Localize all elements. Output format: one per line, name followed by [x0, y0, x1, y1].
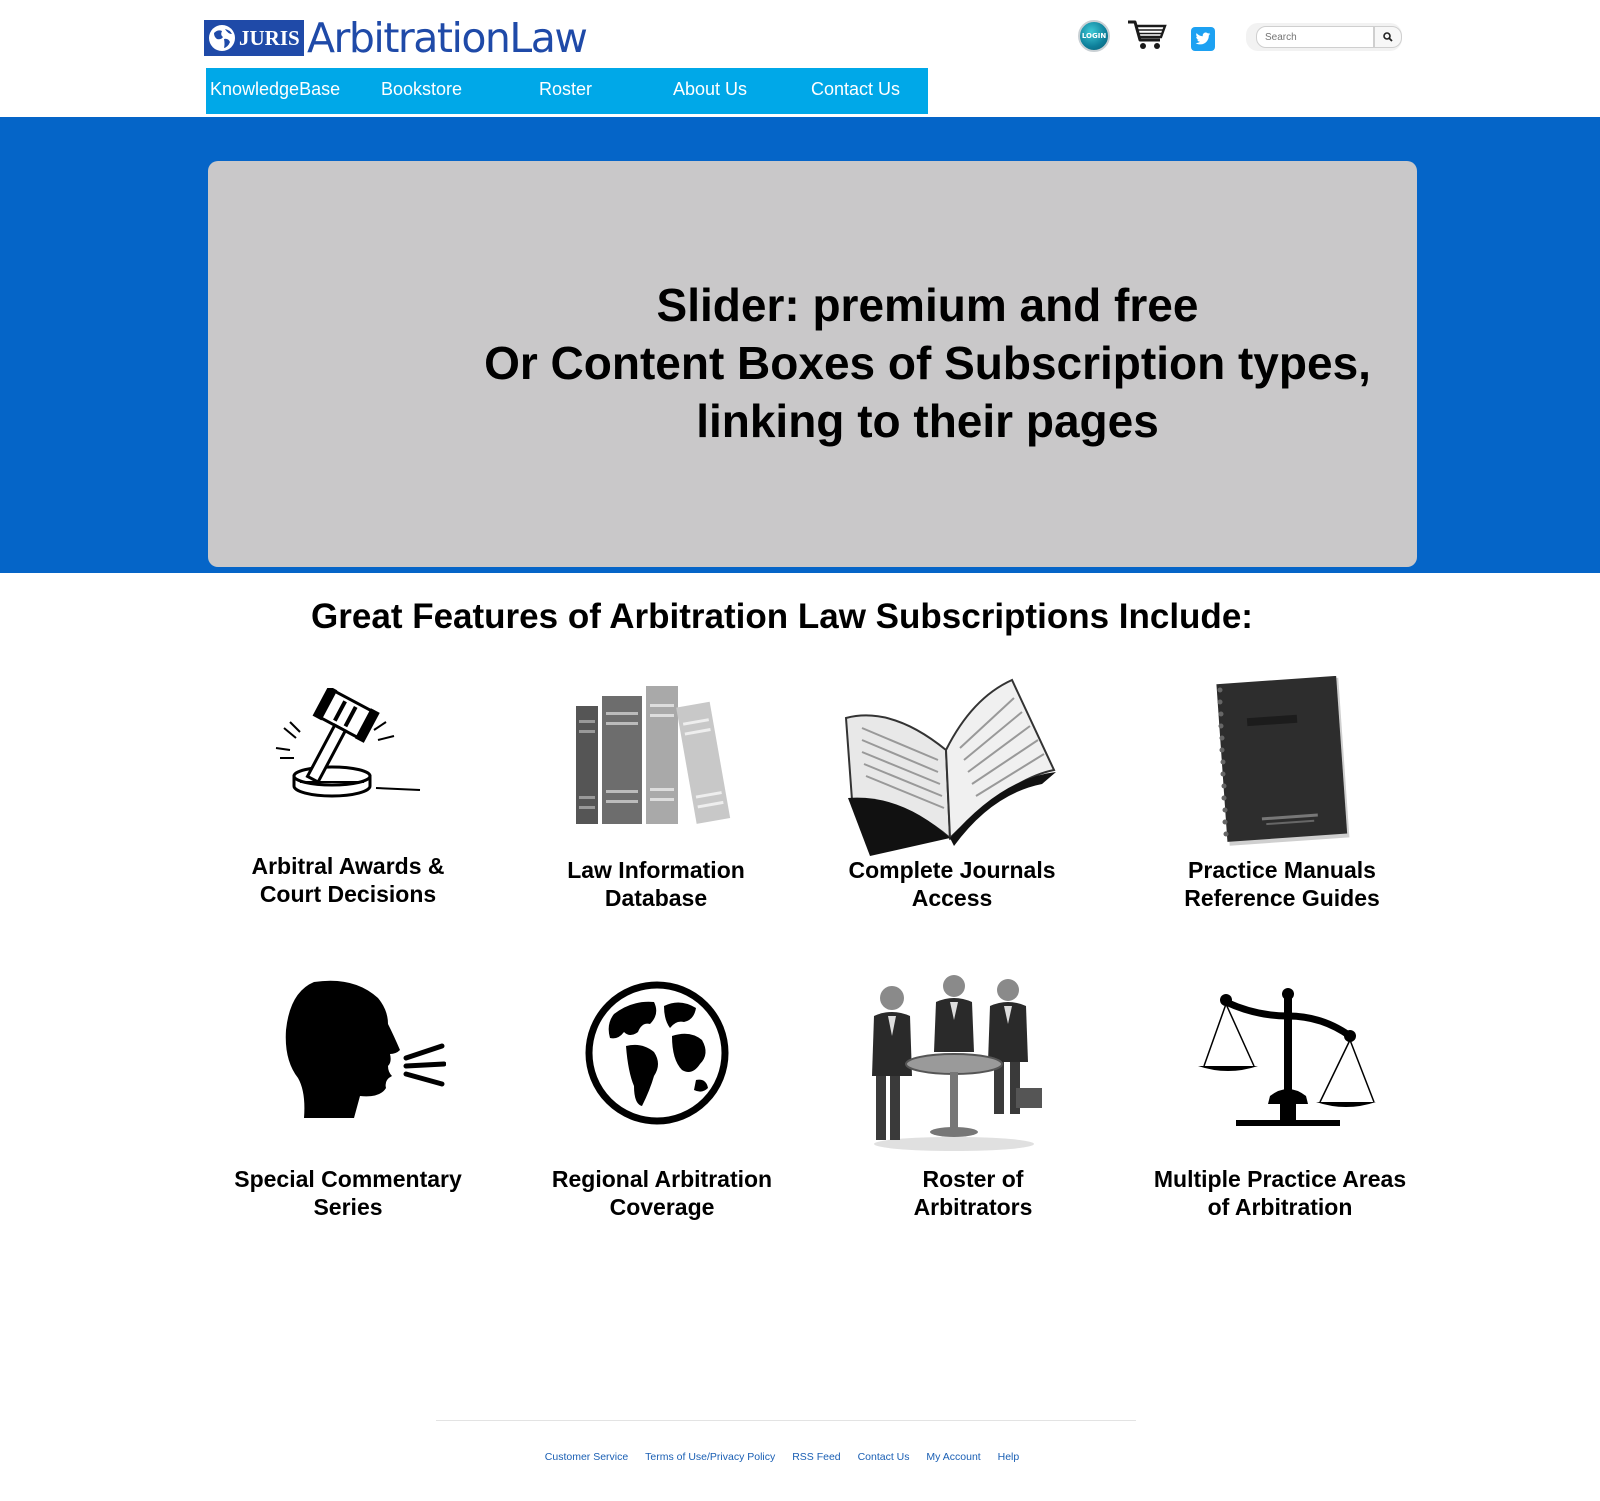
- nav-item-roster[interactable]: Roster: [539, 68, 592, 114]
- logo-wordmark: ArbitrationLaw: [307, 13, 588, 62]
- globe-icon: [585, 981, 729, 1125]
- notebook-icon: [1216, 676, 1350, 846]
- feature-label-roster: Roster of Arbitrators: [913, 1166, 1033, 1220]
- footer-divider: [436, 1420, 1136, 1421]
- search-box: [1246, 23, 1402, 51]
- feature-label-journals: Complete Journals Access: [848, 857, 1056, 911]
- logo-badge: JURIS: [204, 20, 304, 56]
- feature-label-practice-manuals: Practice Manuals Reference Guides: [1184, 857, 1380, 911]
- login-label: LOGIN: [1081, 32, 1107, 40]
- footer-link-terms[interactable]: Terms of Use/Privacy Policy: [645, 1451, 775, 1463]
- page: JURIS ArbitrationLaw KnowledgeBase Books…: [0, 0, 1600, 1501]
- search-button[interactable]: [1374, 26, 1402, 48]
- logo-badge-text: JURIS: [239, 25, 300, 50]
- globe-icon: [209, 25, 235, 51]
- footer-link-help[interactable]: Help: [998, 1451, 1020, 1463]
- feature-label-law-database: Law Information Database: [567, 857, 745, 911]
- feature-label-practice-areas: Multiple Practice Areas of Arbitration: [1153, 1166, 1407, 1220]
- main-nav: KnowledgeBase Bookstore Roster About Us …: [206, 68, 928, 114]
- footer-link-contact-us[interactable]: Contact Us: [858, 1451, 910, 1463]
- twitter-bird-icon: [1195, 32, 1211, 45]
- search-input[interactable]: [1256, 26, 1374, 48]
- twitter-icon[interactable]: [1191, 27, 1215, 51]
- nav-item-about-us[interactable]: About Us: [673, 68, 747, 114]
- books-icon: [576, 686, 731, 824]
- scales-icon: [1198, 988, 1376, 1126]
- speaking-head-icon: [285, 980, 446, 1118]
- slider-line-1: Slider: premium and free: [656, 279, 1199, 331]
- people-table-icon: [872, 975, 1042, 1151]
- footer-link-my-account[interactable]: My Account: [926, 1451, 980, 1463]
- footer-links: Customer Service Terms of Use/Privacy Po…: [0, 1451, 1564, 1463]
- site-logo[interactable]: JURIS ArbitrationLaw: [204, 13, 588, 62]
- footer-link-customer-service[interactable]: Customer Service: [545, 1451, 628, 1463]
- nav-item-bookstore[interactable]: Bookstore: [381, 68, 462, 114]
- open-book-icon: [844, 678, 1056, 856]
- footer-link-rss-feed[interactable]: RSS Feed: [792, 1451, 840, 1463]
- search-icon: [1383, 32, 1393, 42]
- feature-label-commentary: Special Commentary Series: [234, 1166, 462, 1220]
- nav-item-contact-us[interactable]: Contact Us: [811, 68, 900, 114]
- nav-item-knowledgebase[interactable]: KnowledgeBase: [210, 68, 340, 114]
- login-button[interactable]: LOGIN: [1078, 20, 1110, 52]
- cart-icon[interactable]: [1126, 18, 1168, 52]
- gavel-icon: [275, 688, 421, 798]
- feature-label-regional: Regional Arbitration Coverage: [551, 1166, 773, 1220]
- slider-line-2: Or Content Boxes of Subscription types,: [484, 337, 1371, 389]
- slider-text: Slider: premium and free Or Content Boxe…: [440, 276, 1415, 450]
- slider-line-3: linking to their pages: [696, 395, 1159, 447]
- features-title: Great Features of Arbitration Law Subscr…: [311, 597, 1253, 636]
- feature-label-awards: Arbitral Awards & Court Decisions: [251, 853, 445, 907]
